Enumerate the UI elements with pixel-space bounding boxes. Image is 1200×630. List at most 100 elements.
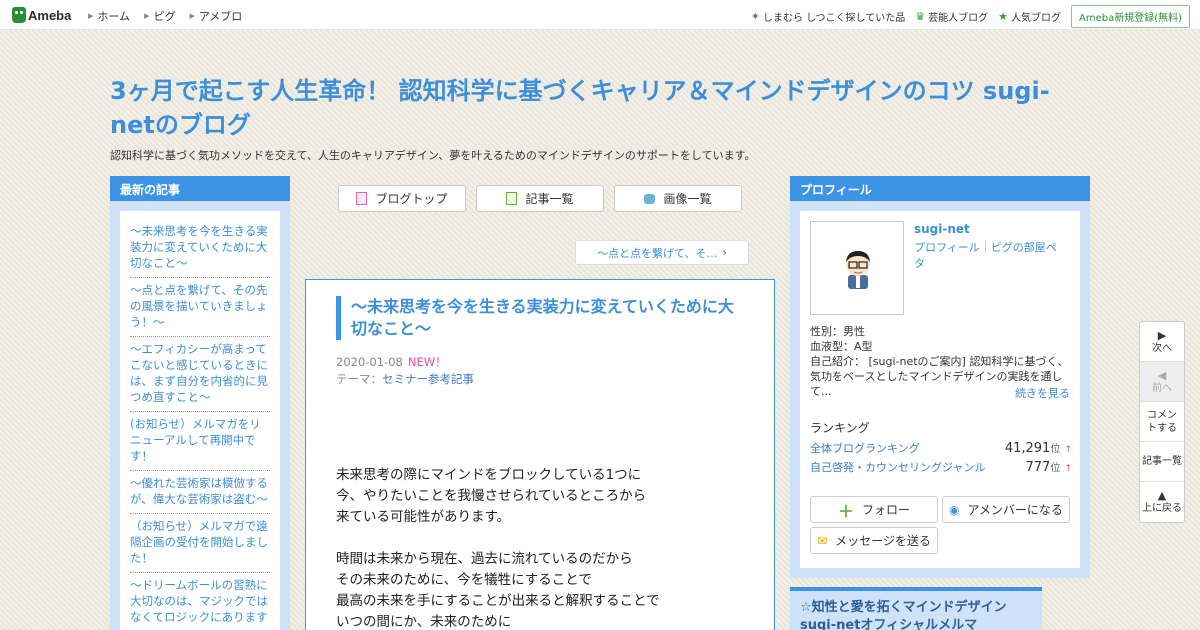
nav-home[interactable]: ▶ ホーム <box>88 8 130 24</box>
article-date: 2020-01-08 <box>336 355 403 369</box>
recent-post-link[interactable]: （お知らせ）メルマガで遠隔企画の受付を開始しました！ <box>130 514 270 573</box>
read-more-link[interactable]: 続きを見る <box>1015 385 1070 401</box>
body-line: 今、やりたいことを我慢させられているところから <box>336 488 647 504</box>
rank-number: 41,291 <box>1004 441 1051 456</box>
article-meta: 2020-01-08 NEW！ テーマ：セミナー参考記事 <box>336 354 474 388</box>
previous-post-label: ～点と点を繋げて、そ… <box>597 246 718 260</box>
nav-label: ホーム <box>97 10 131 23</box>
profile-name[interactable]: sugi-net <box>914 222 970 236</box>
article-list-button[interactable]: 記事一覧 <box>476 185 604 212</box>
follow-label: フォロー <box>862 503 911 517</box>
arrow-up-icon: ▲ <box>1157 489 1167 502</box>
back-to-top-button[interactable]: ▲ 上に戻る <box>1140 482 1184 522</box>
nav-pigg[interactable]: ▶ ピグ <box>144 8 175 24</box>
message-label: メッセージを送る <box>835 534 931 548</box>
article-list-side-button[interactable]: 記事一覧 <box>1140 442 1184 482</box>
profile-links[interactable]: プロフィール｜ピグの部屋ペタ <box>914 240 1064 272</box>
recent-posts-heading: 最新の記事 <box>110 176 290 201</box>
blog-title[interactable]: 3ヶ月で起こす人生革命！ 認知科学に基づくキャリア＆マインドデザインのコツ su… <box>110 74 1070 142</box>
recent-post-link[interactable]: ～未来思考を今を生きる実装力に変えていくために大切なこと～ <box>130 219 270 278</box>
blog-top-button[interactable]: ブログトップ <box>338 185 466 212</box>
amember-button[interactable]: ◉ アメンバーになる <box>942 496 1070 523</box>
body-line: 未来思考の際にマインドをブロックしている1つに <box>336 467 642 483</box>
body-line: 最高の未来を手にすることが出来ると解釈することで <box>336 593 660 609</box>
button-label: ブログトップ <box>375 192 448 206</box>
amember-label: アメンバーになる <box>967 503 1063 517</box>
next-article-button[interactable]: ▶ 次へ <box>1140 322 1184 362</box>
floating-side-nav: ▶ 次へ ◀ 前へ コメントする 記事一覧 ▲ 上に戻る <box>1139 321 1185 523</box>
arrow-left-icon: ◀ <box>1157 368 1167 382</box>
button-label: 記事一覧 <box>525 192 574 206</box>
prev-label: 前へ <box>1152 382 1172 394</box>
rank-number: 777 <box>1025 460 1051 475</box>
body-line: 時間は未来から現在、過去に流れているのだから <box>336 551 633 567</box>
blood-type: 血液型：A型 <box>810 340 873 353</box>
camera-icon <box>644 193 656 204</box>
overall-ranking-link[interactable]: 全体ブログランキング <box>810 440 920 456</box>
celebrity-label: 芸能人ブログ <box>928 13 989 24</box>
follow-button[interactable]: ＋ フォロー <box>810 496 938 523</box>
article-title[interactable]: ～未来思考を今を生きる実装力に変えていくために大切なこと～ <box>336 296 746 340</box>
profile-heading: プロフィール <box>790 176 1090 201</box>
top-right-links: ✦ しまむら しつこく探していた品 ♛ 芸能人ブログ ★ 人気ブログ Ameba新規登… <box>751 5 1190 28</box>
top-bar: Ameba ▶ ホーム ▶ ピグ ▶ アメブロ ✦ しまむら しつこく探していた品 ♛ 芸… <box>0 0 1200 30</box>
blog-description: 認知科学に基づく気功メソッドを交えて、人生のキャリアデザイン、夢を叶えるためのマ… <box>110 149 756 162</box>
blog-nav-buttons: ブログトップ 記事一覧 画像一覧 <box>338 185 752 212</box>
recent-post-link[interactable]: ～点と点を繋げて、その先の風景を描いていきましょう！～ <box>130 278 270 337</box>
profile-content: sugi-net プロフィール｜ピグの部屋ペタ 性別：男性 血液型：A型 自己紹… <box>800 211 1080 568</box>
arrow-right-icon: ▶ <box>1157 328 1167 342</box>
recent-posts-box: 最新の記事 ～未来思考を今を生きる実装力に変えていくために大切なこと～ ～点と点… <box>110 176 290 630</box>
ameba-logo[interactable]: Ameba <box>12 6 71 24</box>
nav-label: アメブロ <box>198 10 243 23</box>
amember-icon: ◉ <box>949 502 960 517</box>
ranking-heading: ランキング <box>810 421 870 435</box>
ranking-row: 全体ブログランキング 41,291位 ↑ <box>810 440 1072 456</box>
next-label: 次へ <box>1152 342 1172 354</box>
register-button[interactable]: Ameba新規登録(無料) <box>1070 5 1190 28</box>
ameba-mark-icon <box>12 7 26 23</box>
article: ～未来思考を今を生きる実装力に変えていくために大切なこと～ 2020-01-08… <box>305 279 775 630</box>
profile-box: プロフィール sugi-net プロフィール｜ピグの部屋ペタ 性別：男性 血液型… <box>790 176 1090 578</box>
gender: 性別：男性 <box>810 325 865 338</box>
body-line: いつの間にか、未来のために <box>336 614 512 630</box>
avatar[interactable] <box>810 221 904 315</box>
recent-post-link[interactable]: ～優れた芸術家は模倣するが、偉大な芸術家は盗む～ <box>130 471 270 514</box>
body-line: 来ている可能性があります。 <box>336 509 511 525</box>
trend-up-icon: ↑ <box>1064 445 1072 455</box>
chevron-right-icon: ▶ <box>144 12 150 20</box>
theme-link[interactable]: セミナー参考記事 <box>382 372 474 386</box>
trending-link[interactable]: ✦ しまむら しつこく探していた品 <box>751 9 906 24</box>
body-line: その未来のために、今を犠牲にすることで <box>336 572 592 588</box>
top-label: 上に戻る <box>1142 503 1182 514</box>
crown-icon: ♛ <box>915 10 926 23</box>
list-icon <box>506 192 518 205</box>
image-list-button[interactable]: 画像一覧 <box>614 185 742 212</box>
theme-label: テーマ： <box>336 372 382 386</box>
recent-post-link[interactable]: (お知らせ）メルマガをリニューアルして再開中です！ <box>130 412 270 471</box>
newsletter-box-title[interactable]: ☆知性と愛を拓くマインドデザイン sugi-netオフィシャルメルマ <box>790 587 1042 630</box>
prev-article-button[interactable]: ◀ 前へ <box>1140 362 1184 402</box>
genre-ranking-link[interactable]: 自己啓発・カウンセリングジャンル <box>810 459 985 475</box>
star-icon: ★ <box>998 10 1008 23</box>
recent-post-link[interactable]: ～ドリームボールの習熟に大切なのは、マジックではなくてロジックにあります～ <box>130 573 270 630</box>
send-message-button[interactable]: ✉ メッセージを送る <box>810 527 938 554</box>
celebrity-blog-link[interactable]: ♛ 芸能人ブログ <box>915 9 988 24</box>
document-icon <box>356 192 368 205</box>
nav-ameblo[interactable]: ▶ アメブロ <box>189 8 242 24</box>
rank-unit: 位 <box>1050 444 1061 455</box>
list-label: 記事一覧 <box>1142 456 1182 467</box>
paragraph: 未来思考の際にマインドをブロックしている1つに 今、やりたいことを我慢させられて… <box>336 465 756 528</box>
previous-post-link[interactable]: ～点と点を繋げて、そ… › <box>575 240 749 265</box>
chevron-right-icon: ▶ <box>189 12 195 20</box>
ranking-value: 41,291位 ↑ <box>1005 440 1072 456</box>
recent-posts-list: ～未来思考を今を生きる実装力に変えていくために大切なこと～ ～点と点を繋げて、そ… <box>120 211 280 630</box>
comment-button[interactable]: コメントする <box>1140 402 1184 442</box>
trend-up-icon: ↑ <box>1064 464 1072 474</box>
popular-blog-link[interactable]: ★ 人気ブログ <box>998 9 1061 24</box>
recent-post-link[interactable]: ～エフィカシーが高まってこないと感じているときには、まず自分を内省的に見つめ直す… <box>130 337 270 412</box>
trending-label: しまむら しつこく探していた品 <box>762 13 906 24</box>
avatar-figure-icon <box>846 251 870 289</box>
plus-icon: ＋ <box>837 501 854 521</box>
top-nav: ▶ ホーム ▶ ピグ ▶ アメブロ <box>88 8 256 24</box>
ranking-value: 777位 ↑ <box>1025 459 1072 475</box>
